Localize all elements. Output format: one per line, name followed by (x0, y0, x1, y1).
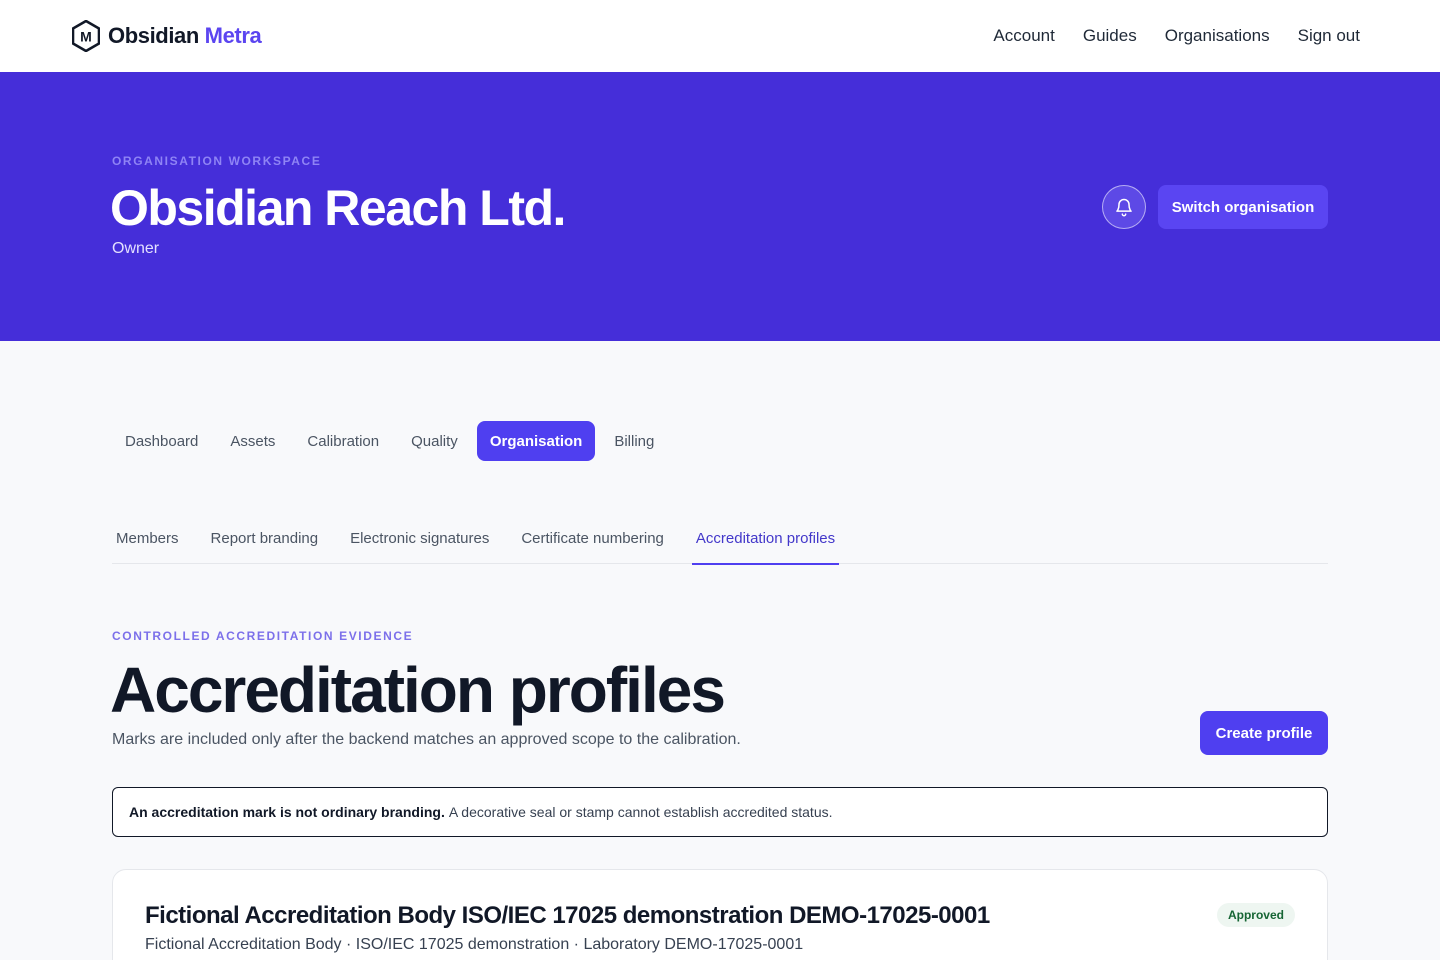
bell-icon (1116, 198, 1132, 217)
brand-name: Obsidian Metra (108, 23, 262, 49)
tab-assets[interactable]: Assets (217, 421, 288, 461)
svg-text:M: M (80, 29, 92, 45)
nav-sign-out[interactable]: Sign out (1298, 26, 1360, 46)
switch-organisation-button[interactable]: Switch organisation (1158, 185, 1328, 229)
page-description: Marks are included only after the backen… (112, 731, 741, 748)
tab-calibration[interactable]: Calibration (294, 421, 392, 461)
workspace-hero: ORGANISATION WORKSPACE Obsidian Reach Lt… (0, 72, 1440, 341)
profile-subtitle: Fictional Accreditation Body · ISO/IEC 1… (145, 936, 804, 953)
section-eyebrow: CONTROLLED ACCREDITATION EVIDENCE (112, 629, 414, 643)
tab-organisation[interactable]: Organisation (476, 421, 596, 461)
accreditation-notice: An accreditation mark is not ordinary br… (112, 787, 1328, 837)
hero-eyebrow: ORGANISATION WORKSPACE (112, 154, 322, 168)
brand-home-link[interactable]: M Obsidian Metra (72, 20, 262, 52)
accreditation-profile-card[interactable]: Fictional Accreditation Body ISO/IEC 170… (112, 869, 1328, 960)
notice-strong-text: An accreditation mark is not ordinary br… (129, 804, 445, 820)
status-badge: Approved (1216, 903, 1295, 927)
brand-name-primary: Obsidian (108, 23, 199, 48)
organisation-title: Obsidian Reach Ltd. (110, 180, 566, 236)
nav-organisations[interactable]: Organisations (1165, 26, 1270, 46)
brand-logo-icon: M (72, 20, 100, 52)
create-profile-button[interactable]: Create profile (1200, 711, 1328, 755)
tab-billing[interactable]: Billing (601, 421, 667, 461)
subtab-report-branding[interactable]: Report branding (207, 520, 323, 564)
profile-title: Fictional Accreditation Body ISO/IEC 170… (145, 902, 990, 929)
subtab-members[interactable]: Members (112, 520, 183, 564)
brand-name-accent: Metra (204, 23, 262, 48)
primary-tabs: Dashboard Assets Calibration Quality Org… (112, 421, 667, 461)
tab-quality[interactable]: Quality (398, 421, 471, 461)
tab-dashboard[interactable]: Dashboard (112, 421, 211, 461)
notice-text: A decorative seal or stamp cannot establ… (448, 804, 833, 820)
nav-account[interactable]: Account (993, 26, 1054, 46)
subtab-accreditation-profiles[interactable]: Accreditation profiles (691, 520, 840, 565)
top-nav: Account Guides Organisations Sign out (993, 26, 1360, 46)
organisation-role: Owner (112, 240, 160, 257)
top-navigation-bar: M Obsidian Metra Account Guides Organisa… (0, 0, 1440, 72)
notifications-button[interactable] (1102, 185, 1146, 229)
nav-guides[interactable]: Guides (1083, 26, 1137, 46)
subtab-certificate-numbering[interactable]: Certificate numbering (517, 520, 668, 564)
organisation-subtabs: Members Report branding Electronic signa… (112, 520, 1328, 565)
page-title: Accreditation profiles (110, 654, 726, 726)
subtab-electronic-signatures[interactable]: Electronic signatures (346, 520, 493, 564)
